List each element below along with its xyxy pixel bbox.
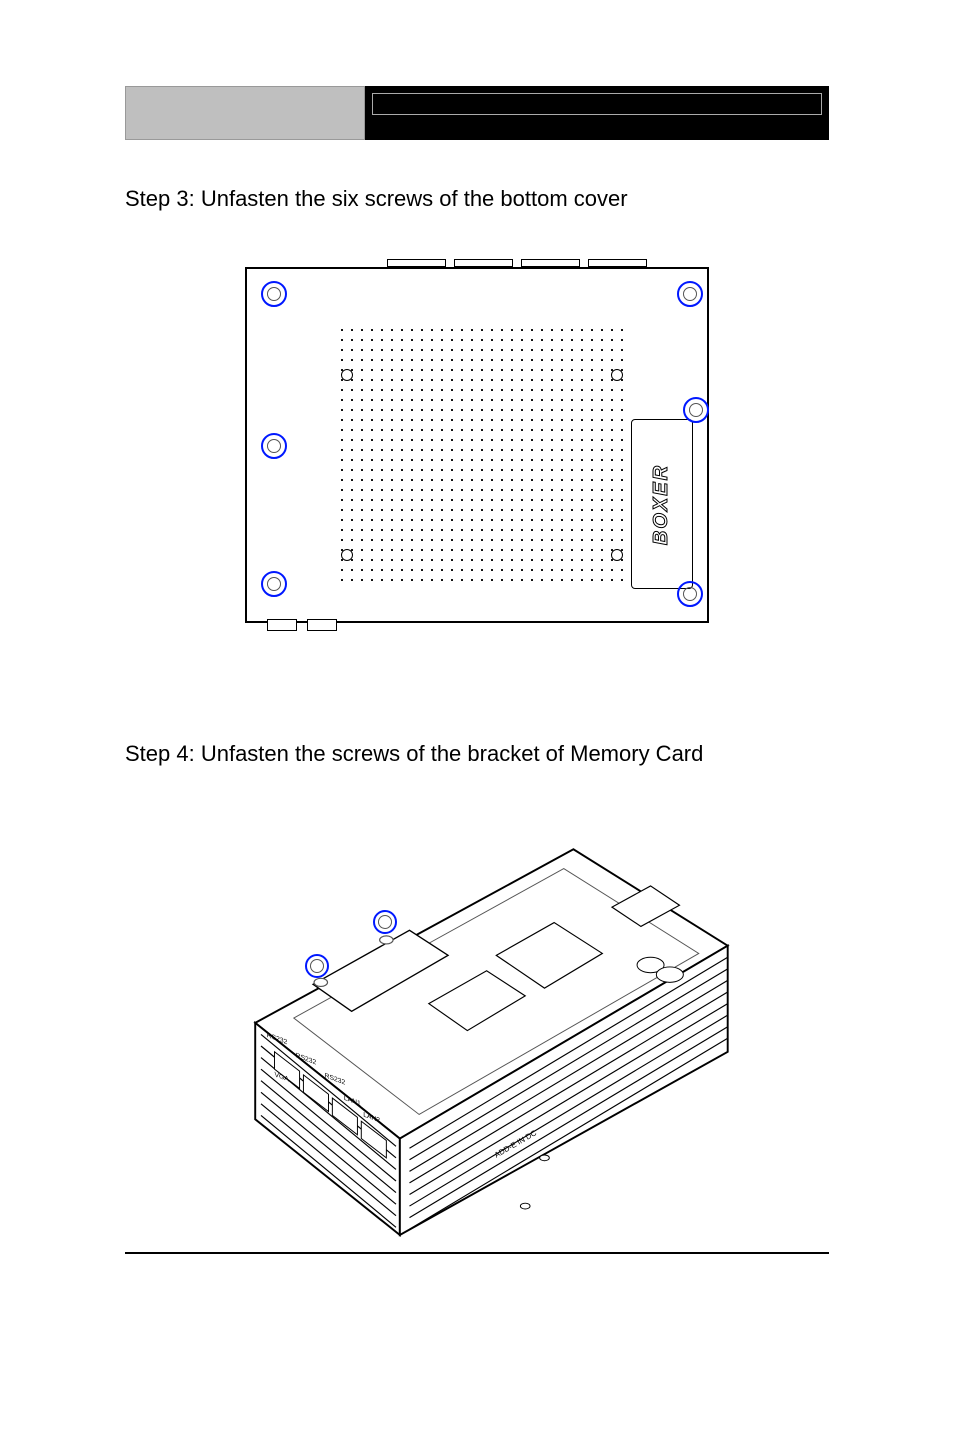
bracket-screw-marker [305, 954, 329, 978]
device-chassis-outline: BOXER [245, 267, 709, 623]
step-4-text: Step 4: Unfasten the screws of the brack… [125, 737, 829, 770]
header-right-block [365, 86, 829, 140]
front-tab-silhouette [267, 619, 337, 631]
screw-marker [677, 281, 703, 307]
bracket-screw-marker [373, 910, 397, 934]
figure-b-container: RS232 RS232 RS232 VGA LAN1 LAN2 ADD-E IN… [125, 810, 829, 1240]
page-header [125, 86, 829, 140]
inner-screw [611, 549, 623, 561]
side-brand-plate: BOXER [631, 419, 693, 589]
inner-screw [341, 369, 353, 381]
page-content: Step 3: Unfasten the six screws of the b… [125, 182, 829, 1240]
figure-b-device-iso-view: RS232 RS232 RS232 VGA LAN1 LAN2 ADD-E IN… [197, 810, 757, 1240]
rear-port-silhouette [387, 259, 647, 267]
screw-marker [677, 581, 703, 607]
screw-marker [261, 571, 287, 597]
figure-a-container: BOXER [125, 255, 829, 647]
figure-a-device-bottom-view: BOXER [237, 255, 717, 647]
screw-marker [261, 433, 287, 459]
screw-marker [261, 281, 287, 307]
step-3-text: Step 3: Unfasten the six screws of the b… [125, 182, 829, 215]
footer-rule [125, 1252, 829, 1254]
inner-screw [341, 549, 353, 561]
ventilation-perforations [337, 325, 627, 585]
inner-screw [611, 369, 623, 381]
screw-marker [683, 397, 709, 423]
brand-label: BOXER [651, 463, 674, 544]
header-left-block [125, 86, 365, 140]
device-isometric-illustration: RS232 RS232 RS232 VGA LAN1 LAN2 ADD-E IN… [207, 830, 747, 1245]
